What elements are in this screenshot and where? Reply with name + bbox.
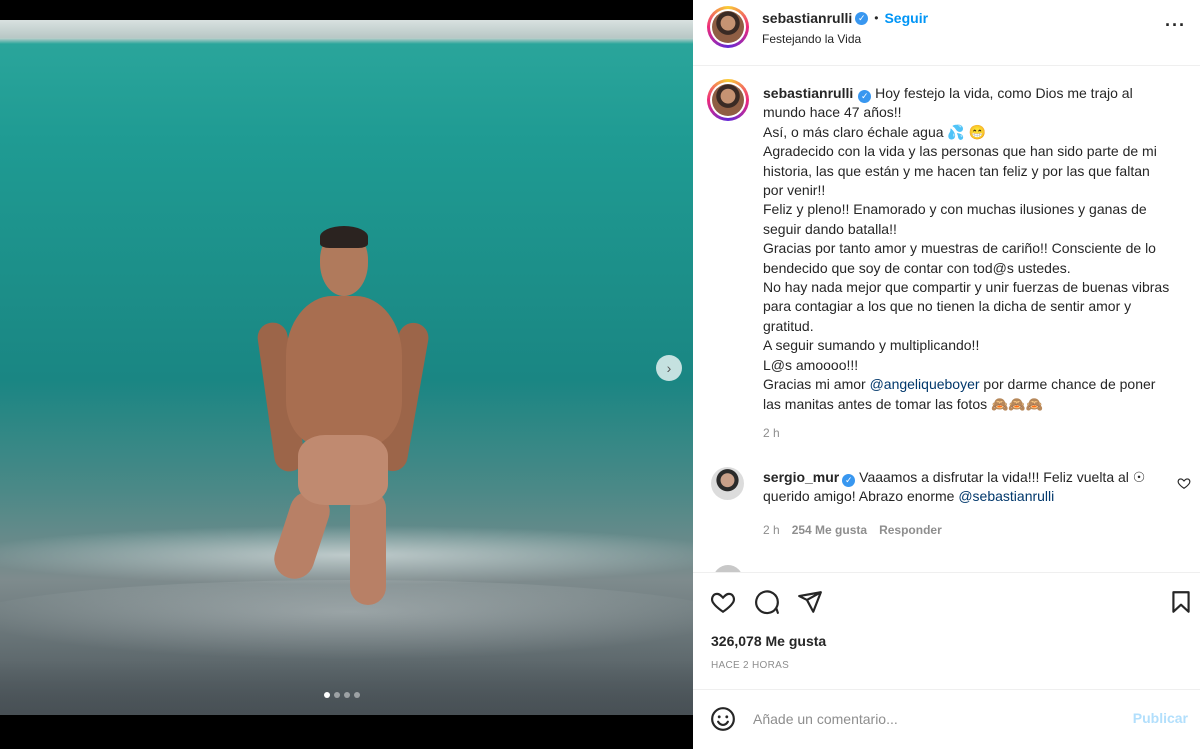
like-count[interactable]: 326,078 Me gusta <box>711 633 826 649</box>
caption-username[interactable]: sebastianrulli <box>763 85 853 101</box>
caption-avatar[interactable] <box>707 79 749 121</box>
comment-like-icon[interactable] <box>1177 476 1191 490</box>
sky-strip <box>0 20 693 38</box>
shore <box>0 660 693 715</box>
like-heart-icon[interactable] <box>710 589 736 615</box>
post-location[interactable]: Festejando la Vida <box>762 32 861 46</box>
carousel-dot <box>354 692 360 698</box>
caption-line: Agradecido con la vida y las personas qu… <box>763 143 1157 199</box>
post-timestamp[interactable]: HACE 2 HORAS <box>711 660 789 671</box>
chevron-right-icon: › <box>666 360 672 376</box>
commenter-username[interactable]: sergio_mur <box>763 469 839 485</box>
caption-line: Gracias por tanto amor y muestras de car… <box>763 240 1156 276</box>
author-line: sebastianrulli ✓ • Seguir <box>762 10 928 26</box>
author-avatar[interactable] <box>707 6 749 48</box>
carousel-dot <box>344 692 350 698</box>
follow-button[interactable]: Seguir <box>884 10 928 26</box>
separator: • <box>874 11 879 25</box>
mention-link[interactable]: @angeliqueboyer <box>870 376 980 392</box>
caption-timestamp[interactable]: 2 h <box>763 426 780 440</box>
verified-icon: ✓ <box>855 11 869 25</box>
comments-section[interactable]: sebastianrulli ✓ Hoy festejo la vida, com… <box>693 67 1200 572</box>
more-options-icon[interactable]: ··· <box>1165 15 1186 36</box>
caption-line: No hay nada mejor que compartir y unir f… <box>763 279 1170 334</box>
comment-timestamp[interactable]: 2 h <box>763 523 780 537</box>
verified-icon: ✓ <box>842 474 856 487</box>
comment-input[interactable] <box>753 708 1123 730</box>
emoji-icon[interactable] <box>710 706 736 732</box>
comment-meta: 2 h 254 Me gusta Responder <box>763 523 942 537</box>
add-comment-bar: Publicar <box>693 689 1200 749</box>
comment-body: sergio_mur ✓ Vaaamos a disfrutar la vida!… <box>763 468 1168 507</box>
carousel-indicator <box>324 692 360 698</box>
post-panel: sebastianrulli ✓ • Seguir Festejando la … <box>693 0 1200 749</box>
comment-bubble-icon[interactable] <box>754 589 780 615</box>
publish-button[interactable]: Publicar <box>1133 710 1188 726</box>
carousel-dot <box>334 692 340 698</box>
commenter-avatar[interactable] <box>711 467 744 500</box>
next-commenter-avatar[interactable] <box>713 565 743 572</box>
share-send-icon[interactable] <box>797 589 823 615</box>
post-media: › <box>0 0 693 749</box>
save-bookmark-icon[interactable] <box>1168 589 1194 615</box>
caption-line: Así, o más claro échale agua 💦 😁 <box>763 123 987 140</box>
post-caption: sebastianrulli ✓ Hoy festejo la vida, com… <box>763 84 1173 414</box>
figure-hips <box>298 435 388 505</box>
person-figure <box>255 226 431 610</box>
caption-line: A seguir sumando y multiplicando!! <box>763 337 980 354</box>
post-photo[interactable] <box>0 20 693 715</box>
carousel-dot-active <box>324 692 330 698</box>
figure-leg <box>350 490 386 605</box>
reply-button[interactable]: Responder <box>879 523 942 537</box>
post-header: sebastianrulli ✓ • Seguir Festejando la … <box>693 0 1200 66</box>
verified-icon: ✓ <box>858 90 872 103</box>
carousel-next-button[interactable]: › <box>656 355 682 381</box>
author-username[interactable]: sebastianrulli <box>762 10 852 26</box>
mention-link[interactable]: @sebastianrulli <box>958 488 1054 504</box>
post-actions: 326,078 Me gusta HACE 2 HORAS <box>693 572 1200 690</box>
caption-line: Feliz y pleno!! Enamorado y con muchas i… <box>763 201 1147 237</box>
figure-torso <box>286 296 402 446</box>
figure-hair <box>320 226 368 248</box>
comment-likes[interactable]: 254 Me gusta <box>792 523 867 537</box>
caption-line: L@s amoooo!!! <box>763 356 859 373</box>
caption-line: Gracias mi amor <box>763 376 870 393</box>
